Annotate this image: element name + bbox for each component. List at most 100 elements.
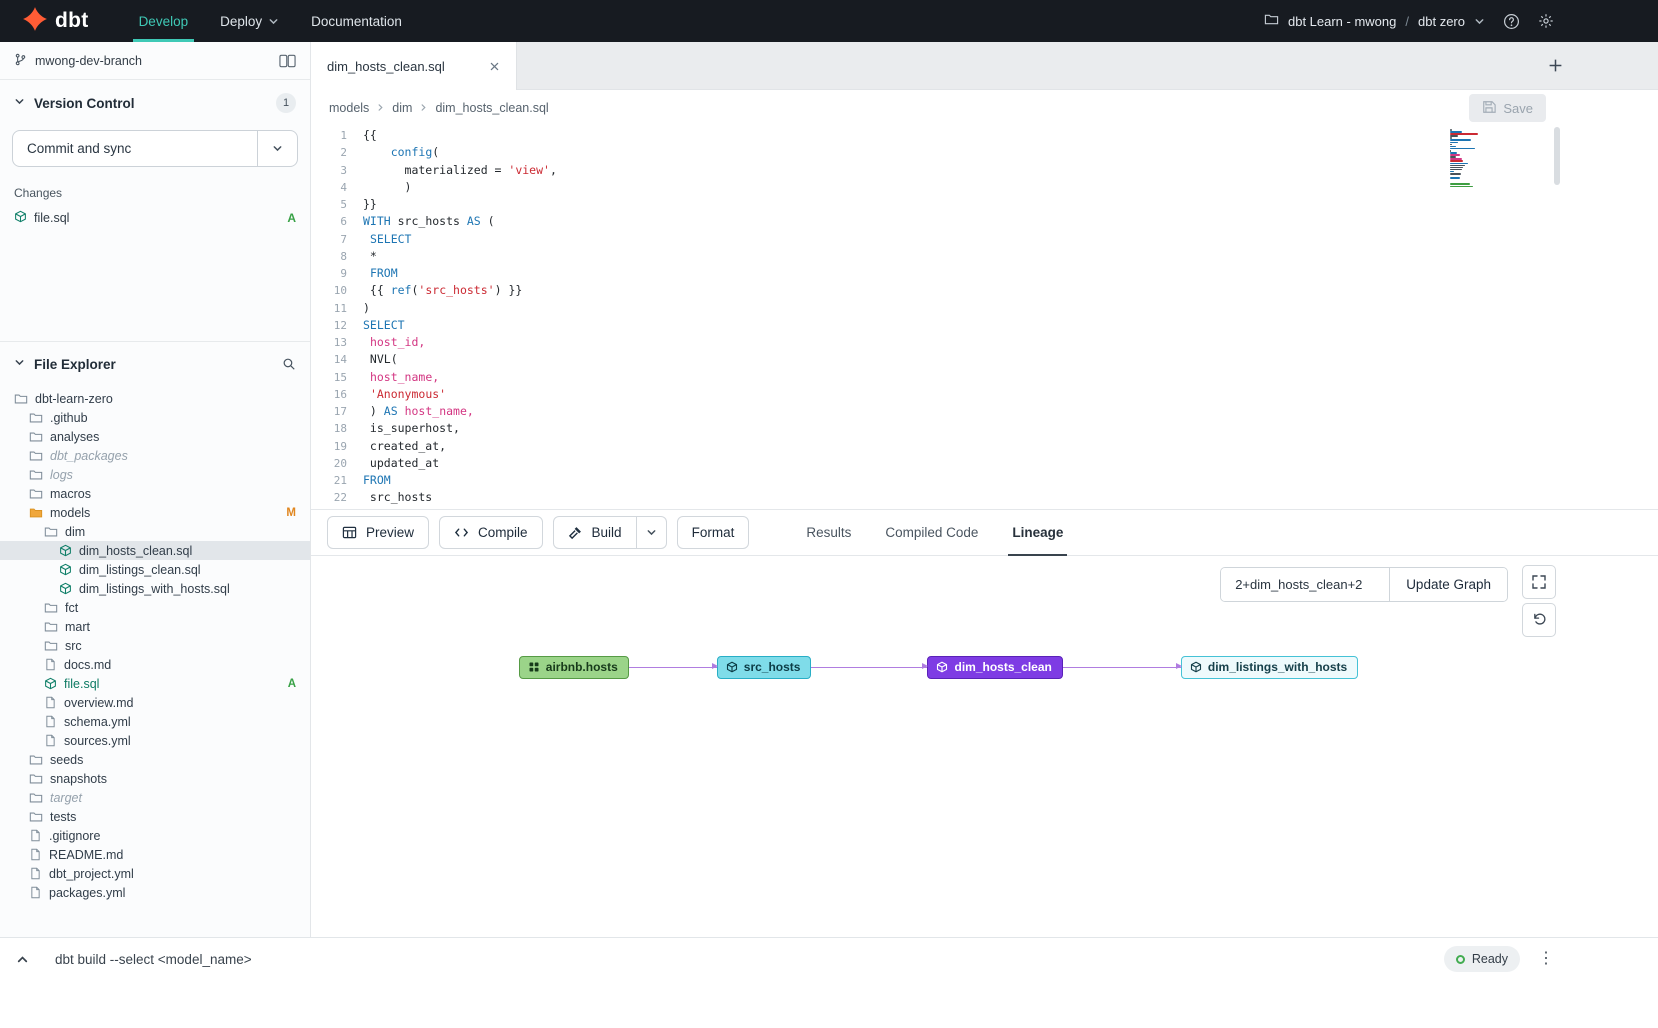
file-tree-item-dbt-packages[interactable]: dbt_packages <box>0 446 310 465</box>
file-tree-item-tests[interactable]: tests <box>0 807 310 826</box>
tab-dim-hosts-clean-sql[interactable]: dim_hosts_clean.sql <box>311 42 517 90</box>
reset-view-icon[interactable] <box>1522 603 1556 637</box>
code-line[interactable]: 16 'Anonymous' <box>311 386 1658 403</box>
help-icon[interactable] <box>1503 13 1520 30</box>
expand-console-icon[interactable] <box>16 953 29 966</box>
breadcrumb-item-dim-hosts-clean-sql[interactable]: dim_hosts_clean.sql <box>435 101 548 115</box>
minimap[interactable] <box>1450 129 1480 190</box>
file-tree-item-macros[interactable]: macros <box>0 484 310 503</box>
code-line[interactable]: 12SELECT <box>311 317 1658 334</box>
button-build[interactable]: Build <box>553 516 637 549</box>
lineage-selector-input[interactable] <box>1221 568 1389 601</box>
close-tab-icon[interactable] <box>489 61 500 72</box>
code-line[interactable]: 21FROM <box>311 472 1658 489</box>
build-dropdown-button[interactable] <box>637 516 667 549</box>
file-tree-item-target[interactable]: target <box>0 788 310 807</box>
version-control-header[interactable]: Version Control 1 <box>0 80 310 123</box>
project-switcher[interactable]: dbt Learn - mwong / dbt zero <box>1264 12 1485 30</box>
lineage-node-dim-listings-with-hosts[interactable]: dim_listings_with_hosts <box>1181 656 1358 679</box>
editor-scrollbar[interactable] <box>1554 127 1560 185</box>
file-tree-item-logs[interactable]: logs <box>0 465 310 484</box>
file-tree-item-models[interactable]: modelsM <box>0 503 310 522</box>
file-name: dbt-learn-zero <box>35 392 113 406</box>
commit-and-sync-button[interactable]: Commit and sync <box>13 131 257 166</box>
search-icon[interactable] <box>282 357 296 371</box>
settings-gear-icon[interactable] <box>1538 13 1554 29</box>
code-editor[interactable]: 1{{2 config(3 materialized = 'view',4 )5… <box>311 125 1658 509</box>
file-tree-item-snapshots[interactable]: snapshots <box>0 769 310 788</box>
file-explorer-header[interactable]: File Explorer <box>0 342 310 383</box>
file-tree-item-analyses[interactable]: analyses <box>0 427 310 446</box>
file-tree-item-file-sql[interactable]: file.sqlA <box>0 674 310 693</box>
code-text: src_hosts <box>363 489 432 506</box>
file-tree-item-sources-yml[interactable]: sources.yml <box>0 731 310 750</box>
lineage-node-airbnb-hosts[interactable]: airbnb.hosts <box>519 656 629 679</box>
file-tree-item-github[interactable]: .github <box>0 408 310 427</box>
code-line[interactable]: 14 NVL( <box>311 351 1658 368</box>
dbt-logo[interactable]: dbt <box>22 6 89 37</box>
file-tree-item-gitignore[interactable]: .gitignore <box>0 826 310 845</box>
code-line[interactable]: 7 SELECT <box>311 231 1658 248</box>
panel-tab-results[interactable]: Results <box>789 510 868 555</box>
save-button[interactable]: Save <box>1469 94 1546 122</box>
file-tree-item-dim-hosts-clean-sql[interactable]: dim_hosts_clean.sql <box>0 541 310 560</box>
toggle-panels-icon[interactable] <box>279 54 296 68</box>
code-line[interactable]: 13 host_id, <box>311 334 1658 351</box>
breadcrumb-row: models dim dim_hosts_clean.sql Save <box>311 90 1658 125</box>
button-compile[interactable]: Compile <box>439 516 543 549</box>
nav-develop[interactable]: Develop <box>123 0 205 42</box>
file-tree-item-schema-yml[interactable]: schema.yml <box>0 712 310 731</box>
code-line[interactable]: 20 updated_at <box>311 455 1658 472</box>
code-text: NVL( <box>363 351 398 368</box>
changed-file[interactable]: file.sqlA <box>0 207 310 229</box>
code-line[interactable]: 15 host_name, <box>311 369 1658 386</box>
code-line[interactable]: 9 FROM <box>311 265 1658 282</box>
file-tree-item-packages-yml[interactable]: packages.yml <box>0 883 310 902</box>
code-line[interactable]: 6WITH src_hosts AS ( <box>311 213 1658 230</box>
git-branch-row[interactable]: mwong-dev-branch <box>0 42 310 80</box>
new-tab-button[interactable] <box>1532 42 1578 89</box>
code-line[interactable]: 10 {{ ref('src_hosts') }} <box>311 282 1658 299</box>
file-tree-item-mart[interactable]: mart <box>0 617 310 636</box>
folder-icon <box>29 430 43 444</box>
button-preview[interactable]: Preview <box>327 516 429 549</box>
file-tree-item-dbt-learn-zero[interactable]: dbt-learn-zero <box>0 389 310 408</box>
code-line[interactable]: 5}} <box>311 196 1658 213</box>
code-line[interactable]: 17 ) AS host_name, <box>311 403 1658 420</box>
code-line[interactable]: 19 created_at, <box>311 438 1658 455</box>
kebab-menu-icon[interactable]: ⋮ <box>1538 951 1554 967</box>
update-graph-button[interactable]: Update Graph <box>1389 568 1507 601</box>
code-line[interactable]: 11) <box>311 300 1658 317</box>
commit-dropdown-button[interactable] <box>257 131 297 166</box>
file-tree-item-dim[interactable]: dim <box>0 522 310 541</box>
lineage-node-dim-hosts-clean[interactable]: dim_hosts_clean <box>927 656 1062 679</box>
code-line[interactable]: 23 <box>311 507 1658 509</box>
lineage-edge <box>629 667 717 668</box>
file-name: dim_listings_clean.sql <box>79 563 201 577</box>
file-tree-item-docs-md[interactable]: docs.md <box>0 655 310 674</box>
command-input[interactable]: dbt build --select <model_name> <box>55 952 252 967</box>
button-label: Compile <box>478 525 528 540</box>
breadcrumb-item-models[interactable]: models <box>329 101 369 115</box>
file-tree-item-src[interactable]: src <box>0 636 310 655</box>
code-line[interactable]: 18 is_superhost, <box>311 420 1658 437</box>
breadcrumb-item-dim[interactable]: dim <box>392 101 412 115</box>
code-text: SELECT <box>363 317 405 334</box>
button-format[interactable]: Format <box>677 516 750 549</box>
nav-documentation[interactable]: Documentation <box>295 0 418 42</box>
lineage-node-src-hosts[interactable]: src_hosts <box>717 656 812 679</box>
code-line[interactable]: 22 src_hosts <box>311 489 1658 506</box>
file-tree-item-dim-listings-with-hosts-sql[interactable]: dim_listings_with_hosts.sql <box>0 579 310 598</box>
panel-tab-compiled-code[interactable]: Compiled Code <box>868 510 995 555</box>
file-tree-item-overview-md[interactable]: overview.md <box>0 693 310 712</box>
panel-tab-lineage[interactable]: Lineage <box>995 510 1080 555</box>
file-tree-item-dbt-project-yml[interactable]: dbt_project.yml <box>0 864 310 883</box>
file-tree-item-dim-listings-clean-sql[interactable]: dim_listings_clean.sql <box>0 560 310 579</box>
code-line[interactable]: 8 * <box>311 248 1658 265</box>
file-tree-item-readme-md[interactable]: README.md <box>0 845 310 864</box>
file-tree-item-seeds[interactable]: seeds <box>0 750 310 769</box>
file-tree-item-fct[interactable]: fct <box>0 598 310 617</box>
code-text: {{ ref('src_hosts') }} <box>363 282 522 299</box>
fullscreen-icon[interactable] <box>1522 565 1556 599</box>
nav-deploy[interactable]: Deploy <box>204 0 295 42</box>
